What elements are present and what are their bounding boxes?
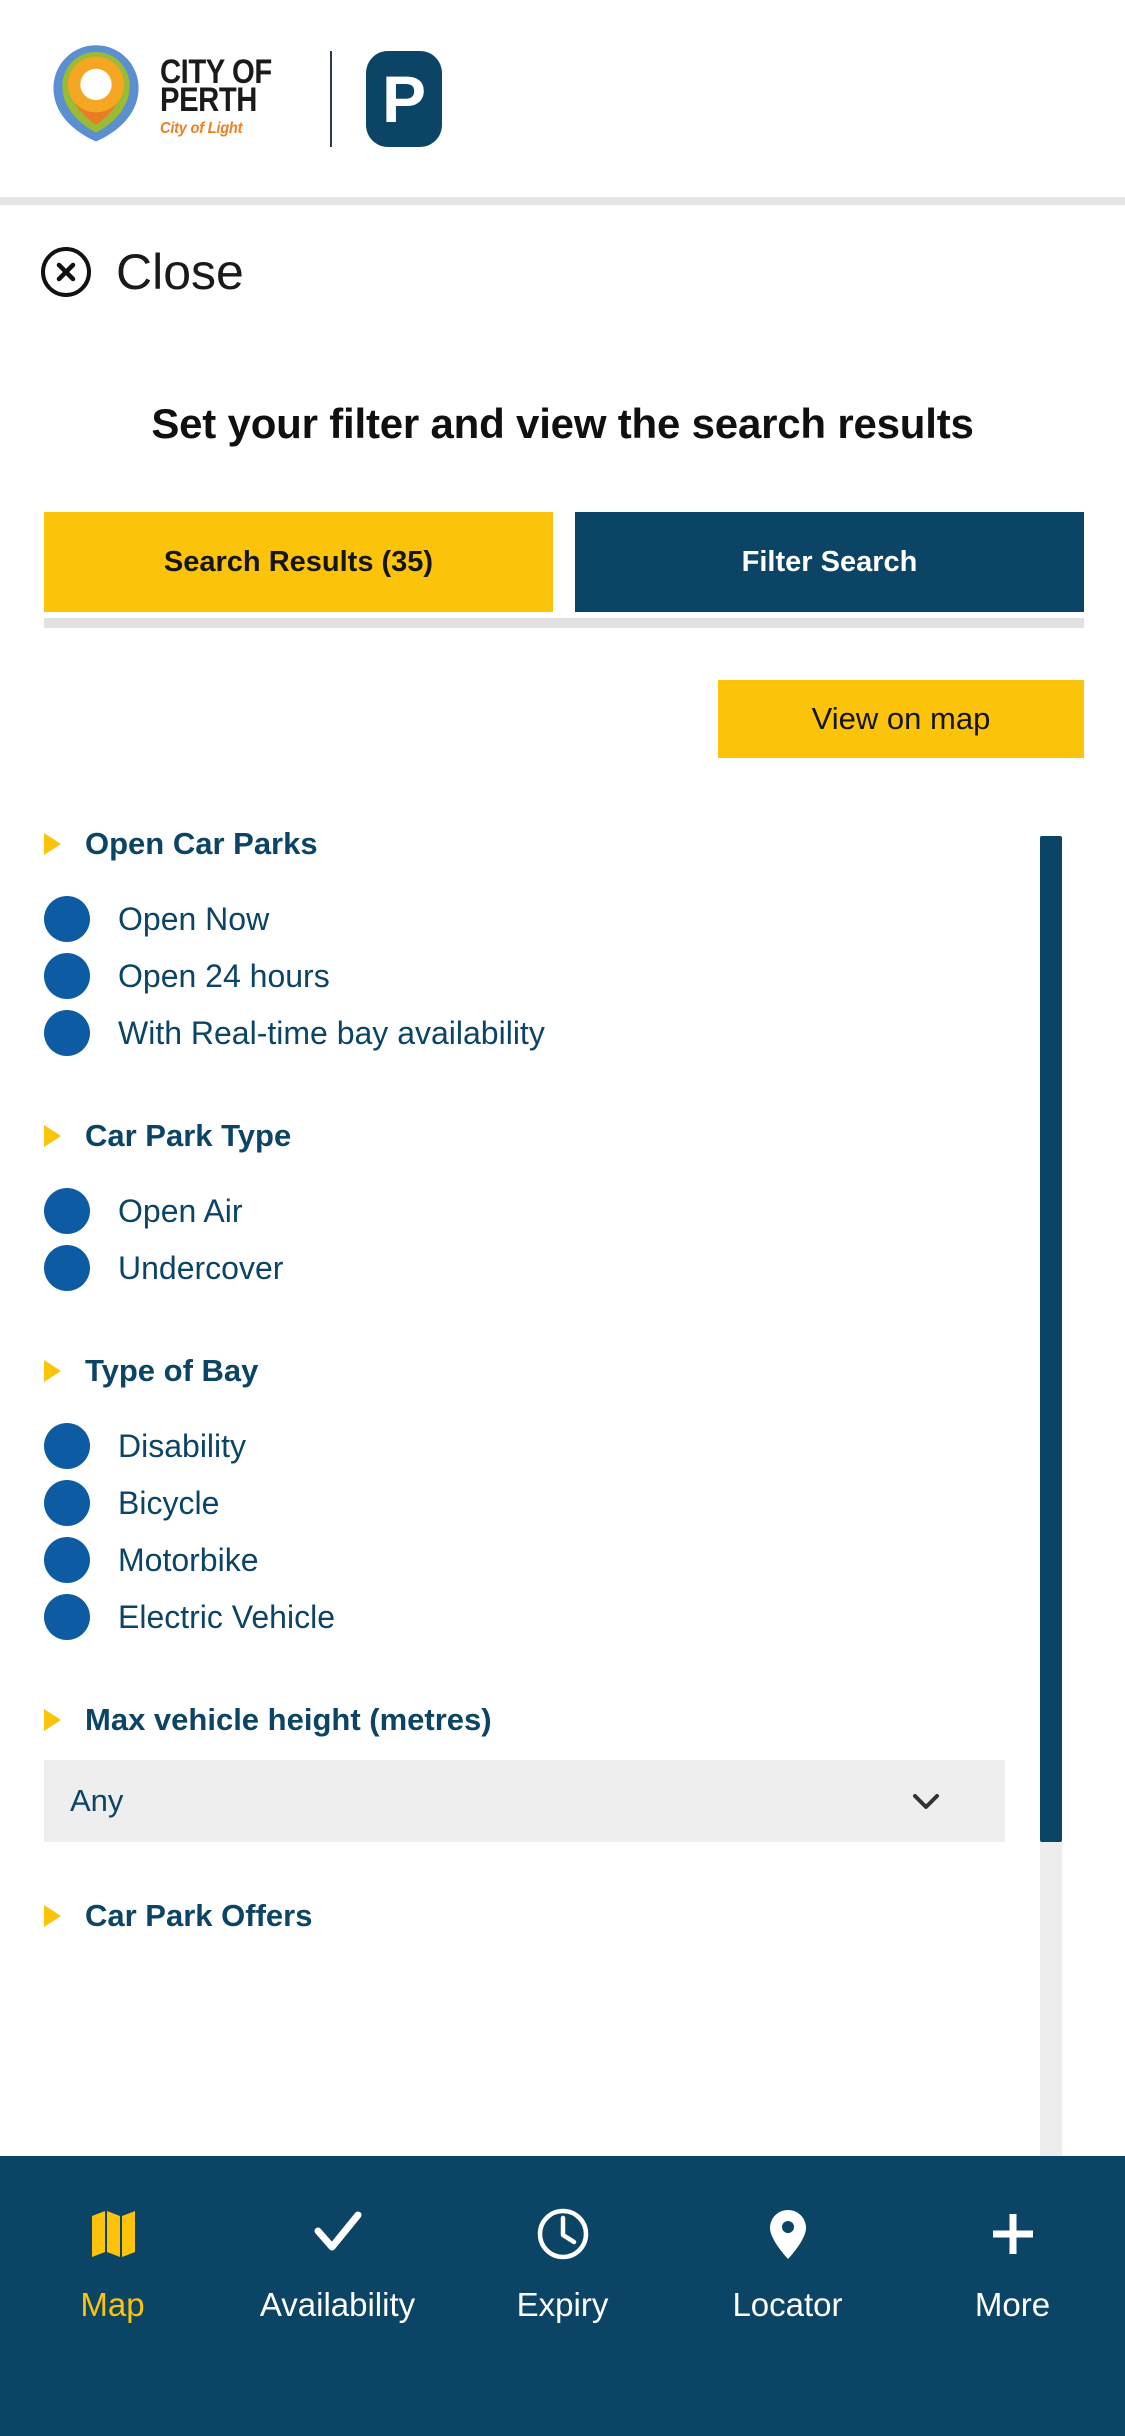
tab-search-results[interactable]: Search Results (35) — [44, 512, 553, 612]
filled-circle-toggle-icon — [44, 896, 90, 942]
filter-group-title: Max vehicle height (metres) — [85, 1702, 492, 1737]
filter-option-undercover[interactable]: Undercover — [44, 1245, 1125, 1291]
brand-lockup: CITY OF PERTH City of Light — [40, 39, 290, 159]
filter-group-header-type-of-bay[interactable]: Type of Bay — [44, 1353, 1125, 1389]
filter-group-header-car-park-type[interactable]: Car Park Type — [44, 1118, 1125, 1154]
tab-filter-search[interactable]: Filter Search — [575, 512, 1084, 612]
filter-options-list[interactable]: Open Car Parks Open Now Open 24 hours Wi… — [0, 826, 1125, 2178]
page-title: Set your filter and view the search resu… — [151, 400, 974, 447]
filled-circle-toggle-icon — [44, 1480, 90, 1526]
filter-option-label: Disability — [118, 1427, 247, 1464]
parking-filter-screen: CITY OF PERTH City of Light P Close Set … — [0, 0, 1125, 2436]
filled-circle-toggle-icon — [44, 1010, 90, 1056]
header-divider-rule — [0, 197, 1125, 205]
clock-icon — [533, 2204, 593, 2264]
nav-item-label: Map — [80, 2286, 145, 2323]
view-on-map-button[interactable]: View on map — [718, 680, 1084, 758]
tab-strip: Search Results (35) Filter Search — [44, 512, 1084, 612]
filter-group-header-max-vehicle-height[interactable]: Max vehicle height (metres) — [0, 1702, 1125, 1738]
filter-group-header-open-car-parks[interactable]: Open Car Parks — [44, 826, 1125, 862]
filter-option-label: Open 24 hours — [118, 957, 330, 994]
close-circle-icon — [41, 247, 91, 297]
filter-option-label: Bicycle — [118, 1484, 220, 1521]
plus-icon — [983, 2204, 1043, 2264]
filter-group-car-park-type: Car Park Type Open Air Undercover — [0, 1056, 1125, 1291]
filled-circle-toggle-icon — [44, 953, 90, 999]
nav-item-availability[interactable]: Availability — [225, 2204, 450, 2324]
filter-option-open-24-hours[interactable]: Open 24 hours — [44, 953, 1125, 999]
filter-option-bicycle[interactable]: Bicycle — [44, 1480, 1125, 1526]
tab-underline — [44, 618, 1084, 628]
caret-right-icon — [44, 1905, 61, 1927]
filter-group-open-car-parks: Open Car Parks Open Now Open 24 hours Wi… — [0, 826, 1125, 1056]
location-pin-icon — [758, 2204, 818, 2264]
nav-item-more[interactable]: More — [900, 2204, 1125, 2324]
max-vehicle-height-selected-value: Any — [70, 1783, 124, 1818]
filter-option-open-now[interactable]: Open Now — [44, 896, 1125, 942]
filter-option-label: Undercover — [118, 1249, 284, 1286]
filter-option-electric-vehicle[interactable]: Electric Vehicle — [44, 1594, 1125, 1640]
chevron-down-icon — [913, 1794, 939, 1809]
nav-item-expiry[interactable]: Expiry — [450, 2204, 675, 2324]
nav-item-map[interactable]: Map — [0, 2204, 225, 2324]
filter-option-disability[interactable]: Disability — [44, 1423, 1125, 1469]
wordmark-tagline: City of Light — [160, 120, 243, 138]
map-icon — [83, 2204, 143, 2264]
scrollbar-thumb[interactable] — [1040, 836, 1062, 1842]
caret-right-icon — [44, 1709, 61, 1731]
filter-group-title: Car Park Offers — [85, 1898, 313, 1933]
filter-option-label: Open Air — [118, 1192, 243, 1229]
wordmark-line-2: PERTH — [160, 80, 257, 119]
filter-group-title: Car Park Type — [85, 1118, 292, 1153]
filter-group-header-car-park-offers[interactable]: Car Park Offers — [44, 1898, 1125, 1934]
nav-item-label: Locator — [732, 2286, 843, 2323]
caret-right-icon — [44, 833, 61, 855]
filter-option-label: With Real-time bay availability — [118, 1014, 545, 1051]
caret-right-icon — [44, 1360, 61, 1382]
caret-right-icon — [44, 1125, 61, 1147]
filter-group-type-of-bay: Type of Bay Disability Bicycle Motorbike… — [0, 1291, 1125, 1640]
filled-circle-toggle-icon — [44, 1537, 90, 1583]
brand-header: CITY OF PERTH City of Light P — [0, 0, 1125, 197]
max-vehicle-height-select[interactable]: Any — [44, 1760, 1005, 1842]
city-of-perth-arcs-logo — [53, 44, 139, 142]
brand-divider — [330, 50, 332, 147]
filter-group-title: Open Car Parks — [85, 826, 318, 861]
bottom-navigation-bar: Map Availability Expiry Locator More — [0, 2156, 1125, 2436]
filter-option-label: Electric Vehicle — [118, 1598, 335, 1635]
filled-circle-toggle-icon — [44, 1594, 90, 1640]
check-icon — [308, 2204, 368, 2264]
nav-item-label: More — [974, 2286, 1051, 2323]
filter-group-car-park-offers: Car Park Offers — [0, 1842, 1125, 1934]
filter-option-label: Open Now — [118, 900, 270, 937]
filter-group-max-vehicle-height: Max vehicle height (metres) Any — [0, 1640, 1125, 1842]
filter-option-motorbike[interactable]: Motorbike — [44, 1537, 1125, 1583]
nav-item-label: Expiry — [516, 2286, 609, 2323]
filter-group-title: Type of Bay — [85, 1353, 259, 1388]
city-of-perth-wordmark: CITY OF PERTH City of Light — [160, 55, 290, 139]
filled-circle-toggle-icon — [44, 1423, 90, 1469]
filter-option-realtime-bay-availability[interactable]: With Real-time bay availability — [44, 1010, 1125, 1056]
filled-circle-toggle-icon — [44, 1245, 90, 1291]
filter-option-label: Motorbike — [118, 1541, 259, 1578]
nav-item-label: Availability — [259, 2286, 416, 2323]
close-button[interactable]: Close — [40, 236, 244, 308]
nav-item-locator[interactable]: Locator — [675, 2204, 900, 2324]
close-label: Close — [116, 244, 244, 300]
parking-p-badge-icon: P — [366, 50, 442, 147]
filter-option-open-air[interactable]: Open Air — [44, 1188, 1125, 1234]
filled-circle-toggle-icon — [44, 1188, 90, 1234]
